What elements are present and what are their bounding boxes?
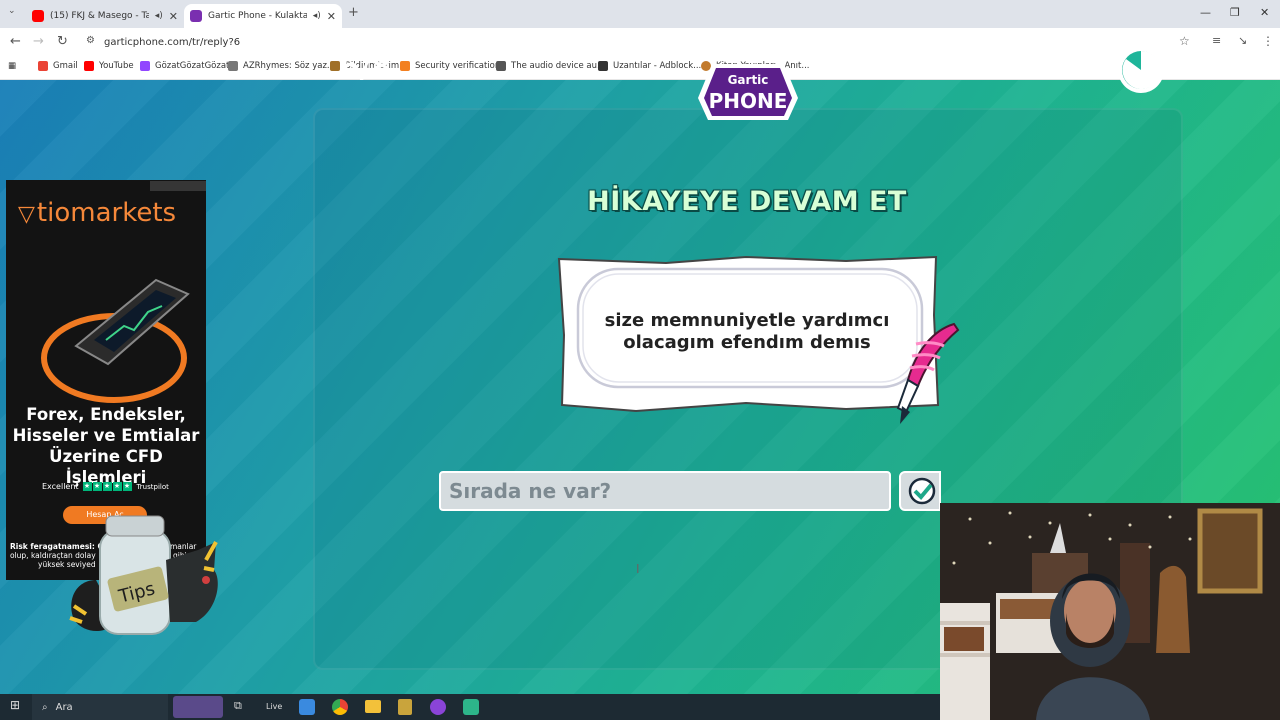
ad-brand: ▽tiomarkets (18, 198, 177, 228)
taskbar: ⊞ ⌕ Ara ⧉ Live (0, 694, 940, 720)
tab-youtube[interactable]: (15) FKJ & Masego - Tadow ◂) ✕ (26, 4, 184, 28)
quill-icon (896, 322, 960, 424)
gartic-icon (190, 10, 202, 22)
story-input-placeholder: Sırada ne var? (449, 479, 612, 503)
bookmark-gmail[interactable]: Gmail (38, 61, 78, 71)
speaker-icon[interactable]: ◂) (313, 11, 321, 21)
widget-image[interactable] (173, 696, 223, 718)
bookmark-gozat[interactable]: GözatGözatGözat (140, 61, 229, 71)
text-cursor-icon: I (636, 562, 640, 576)
story-input[interactable]: Sırada ne var? (439, 471, 891, 511)
logo-line2: PHONE (709, 89, 788, 113)
tab-title: Gartic Phone - Kulaktan Kul (208, 11, 307, 21)
back-icon[interactable]: ← (10, 34, 21, 49)
restore-icon[interactable]: ❐ (1230, 6, 1240, 19)
close-icon[interactable]: ✕ (169, 10, 178, 23)
tab-bar: ⌄ (15) FKJ & Masego - Tadow ◂) ✕ Gartic … (0, 0, 1280, 28)
app-icon[interactable] (463, 699, 479, 715)
app-icon[interactable] (398, 699, 412, 715)
webcam-overlay (940, 503, 1280, 720)
tab-gartic[interactable]: Gartic Phone - Kulaktan Kul ◂) ✕ (184, 4, 342, 28)
forward-icon[interactable]: → (33, 34, 44, 49)
close-window-icon[interactable]: ✕ (1260, 6, 1269, 19)
reload-icon[interactable]: ↻ (57, 34, 68, 49)
bookmarks-bar: ▦ Gmail YouTube GözatGözatGözat AZRhymes… (0, 56, 1280, 80)
folder-icon[interactable] (365, 700, 381, 713)
puzzle-icon (598, 61, 608, 71)
gmail-icon (38, 61, 48, 71)
media-controls-icon[interactable]: ≡ (1212, 34, 1221, 47)
page-heading: HİKAYEYE DEVAM ET (587, 186, 907, 217)
chrome-icon[interactable] (332, 699, 348, 715)
windows-start-icon[interactable]: ⊞ (10, 698, 20, 712)
search-icon: ⌕ (42, 701, 48, 713)
file-icon (496, 61, 506, 71)
search-icon (228, 61, 238, 71)
story-line: size memnuniyetle yardımcı (604, 310, 890, 331)
trustpilot-rating: Excellent ★ ★ ★ ★ ★ Trustpilot (42, 482, 169, 491)
twitch-icon (140, 61, 150, 71)
menu-icon[interactable]: ⋮ (1262, 34, 1274, 48)
new-tab-button[interactable]: + (348, 5, 359, 20)
phone-image (41, 278, 190, 403)
bookmark-star-icon[interactable]: ☆ (1179, 34, 1190, 48)
star-rating-icon: ★ ★ ★ ★ ★ (82, 482, 132, 491)
round-counter: 6/8 (339, 50, 392, 85)
story-text: size memnuniyetle yardımcı olacagım efen… (590, 310, 904, 354)
site-info-icon[interactable]: ⚙ (86, 35, 95, 46)
youtube-icon (84, 61, 94, 71)
adchoices-icon[interactable] (150, 181, 206, 191)
tab-search-icon[interactable]: ⌄ (8, 6, 16, 16)
obs-icon[interactable] (430, 699, 446, 715)
close-icon[interactable]: ✕ (327, 10, 336, 23)
url-text: garticphone.com/tr/reply?6 (104, 36, 241, 48)
minimize-icon[interactable]: — (1200, 6, 1211, 19)
taskbar-search[interactable]: ⌕ Ara (32, 694, 168, 720)
apps-icon[interactable]: ▦ (8, 61, 16, 71)
checkmark-icon (908, 477, 936, 505)
download-icon[interactable]: ↘ (1238, 34, 1247, 47)
bookmark-audio[interactable]: The audio device au... (496, 61, 605, 71)
tab-title: (15) FKJ & Masego - Tadow (50, 11, 149, 21)
calendar-app-icon[interactable] (299, 699, 315, 715)
youtube-icon (32, 10, 44, 22)
story-line: olacagım efendım demıs (623, 332, 871, 353)
tip-jar-overlay: Tips (69, 515, 218, 635)
bookmark-youtube[interactable]: YouTube (84, 61, 134, 71)
gartic-phone-logo: Gartic PHONE (698, 64, 798, 120)
ad-headline: Forex, Endeksler, Hisseler ve Emtialar Ü… (12, 405, 200, 487)
task-view-icon[interactable]: ⧉ (234, 699, 242, 713)
live-app-icon[interactable]: Live (266, 702, 282, 711)
taskbar-search-label: Ara (55, 701, 73, 713)
logo-line1: Gartic (728, 73, 769, 87)
url-field[interactable]: ⚙ garticphone.com/tr/reply?6 (80, 31, 1200, 53)
address-bar-row: ← → ↻ ⚙ garticphone.com/tr/reply?6 ☆ ≡ ↘… (0, 28, 1280, 56)
timer-icon (1118, 47, 1164, 93)
bookmark-security[interactable]: Security verification (400, 61, 500, 71)
tio-logo-icon: ▽ (18, 202, 35, 227)
bookmark-azrhymes[interactable]: AZRhymes: Söz yaz... (228, 61, 335, 71)
bookmark-extensions[interactable]: Uzantılar - Adblock... (598, 61, 701, 71)
speaker-icon[interactable]: ◂) (155, 11, 163, 21)
cloudflare-icon (400, 61, 410, 71)
done-button[interactable] (899, 471, 941, 511)
